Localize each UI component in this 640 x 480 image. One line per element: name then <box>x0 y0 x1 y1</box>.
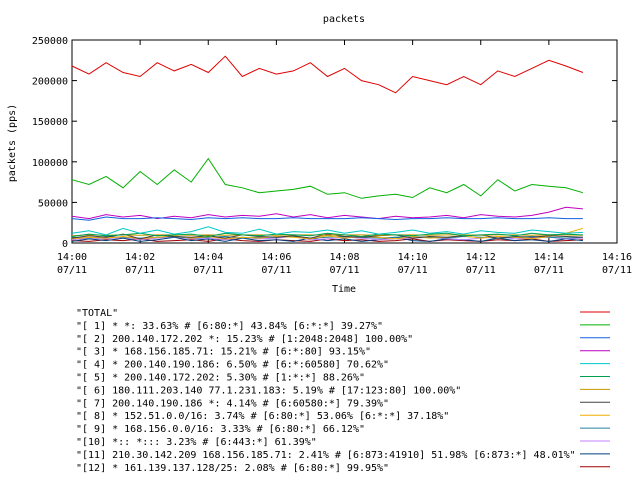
x-tick-label-time: 14:16 <box>602 252 632 263</box>
x-tick-label-date: 07/11 <box>602 265 632 276</box>
plot-area-frame <box>71 39 618 244</box>
x-tick-label-date: 07/11 <box>261 265 291 276</box>
legend-entry-label: "[ 5] * 200.140.172.202: 5.30% # [1:*:*]… <box>76 373 365 384</box>
x-tick-label-time: 14:00 <box>57 252 87 263</box>
y-tick-label: 0 <box>62 239 68 250</box>
legend-entry-label: "[12] * 161.139.137.128/25: 2.08% # [6:8… <box>76 463 389 474</box>
x-tick-label-date: 07/11 <box>534 265 564 276</box>
y-tick-label: 50000 <box>38 198 68 209</box>
x-tick-label-date: 07/11 <box>193 265 223 276</box>
x-tick-label-date: 07/11 <box>466 265 496 276</box>
legend-entry-label: "[ 1] * *: 33.63% # [6:80:*] 43.84% [6:*… <box>76 321 383 332</box>
y-tick-label: 100000 <box>32 158 68 169</box>
legend-entry-label: "[10] *:: *::: 3.23% # [6:443:*] 61.39%" <box>76 437 317 448</box>
x-axis-label: Time <box>332 284 356 295</box>
legend-entry-label: "[ 3] * 168.156.185.71: 15.21% # [6:*:80… <box>76 347 371 358</box>
x-tick-label-date: 07/11 <box>125 265 155 276</box>
x-tick-label-date: 07/11 <box>57 265 87 276</box>
x-tick-label-date: 07/11 <box>329 265 359 276</box>
x-tick-label-time: 14:14 <box>534 252 564 263</box>
x-tick-label-time: 14:06 <box>261 252 291 263</box>
legend-entry-label: "[ 4] * 200.140.190.186: 6.50% # [6:*:60… <box>76 360 389 371</box>
y-tick-label: 150000 <box>32 117 68 128</box>
legend-entry-label: "[ 7] 200.140.190.186 *: 4.14% # [6:6058… <box>76 398 389 409</box>
packets-chart: packets packets (pps) Time 0 50000 100000 1… <box>7 14 632 474</box>
legend: "TOTAL" "[ 1] * *: 33.63% # [6:80:*] 43.8… <box>76 308 610 474</box>
y-tick-label: 250000 <box>32 36 68 47</box>
y-axis-label: packets (pps) <box>7 104 18 182</box>
x-tick-label-time: 14:02 <box>125 252 155 263</box>
legend-entry-label: "[ 6] 180.111.203.140 77.1.231.183: 5.19… <box>76 385 461 396</box>
legend-entry-label: "[11] 210.30.142.209 168.156.185.71: 2.4… <box>76 450 576 461</box>
legend-entry-label: "TOTAL" <box>76 308 118 319</box>
x-tick-label-time: 14:04 <box>193 252 223 263</box>
x-tick-label-time: 14:08 <box>329 252 359 263</box>
x-tick-label-time: 14:10 <box>398 252 428 263</box>
series-line <box>71 206 583 220</box>
legend-entry-label: "[ 8] * 152.51.0.0/16: 3.74% # [6:80:*] … <box>76 411 449 422</box>
series-line <box>71 157 584 199</box>
y-tick-label: 200000 <box>32 77 68 88</box>
x-tick-label-time: 14:12 <box>466 252 496 263</box>
chart-title: packets <box>323 14 365 25</box>
series-line <box>71 55 584 94</box>
series-lines <box>71 55 584 242</box>
x-tick-label-date: 07/11 <box>398 265 428 276</box>
legend-entry-label: "[ 2] 200.140.172.202 *: 15.23% # [1:204… <box>76 334 413 345</box>
legend-entry-label: "[ 9] * 168.156.0.0/16: 3.33% # [6:80:*]… <box>76 424 365 435</box>
